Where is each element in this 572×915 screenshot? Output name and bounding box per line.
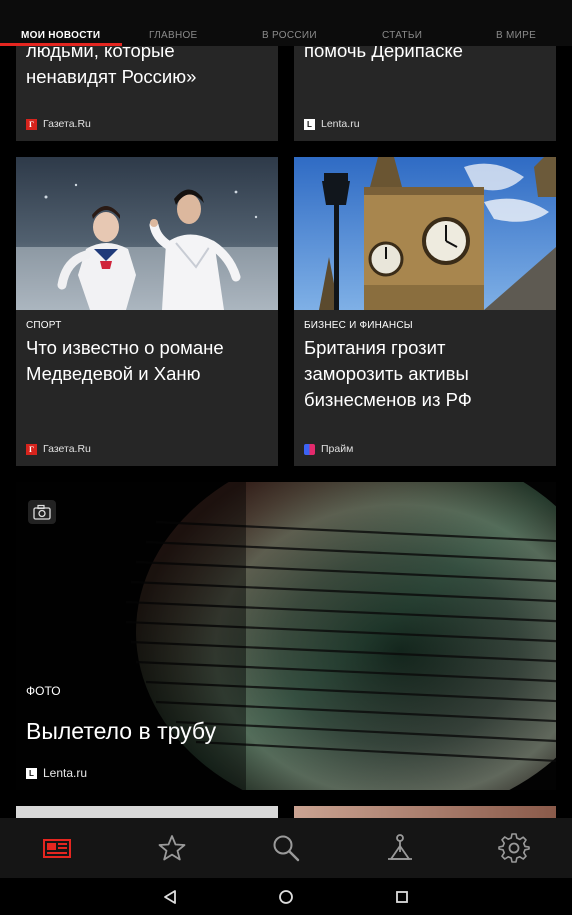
gazeta-logo-icon: Г xyxy=(26,118,37,130)
news-card-sport[interactable]: СПОРТ Что известно о романе Медведевой и… xyxy=(16,157,278,466)
figure-skaters-photo xyxy=(16,157,278,310)
system-nav-bar xyxy=(0,878,572,915)
card-title: Вылетело в трубу xyxy=(26,718,217,744)
recents-icon[interactable] xyxy=(393,888,411,906)
tab-my-news[interactable]: МОИ НОВОСТИ xyxy=(21,30,100,41)
card-category: ФОТО xyxy=(26,684,61,698)
tab-world[interactable]: В МИРЕ xyxy=(496,30,536,41)
card-category: БИЗНЕС И ФИНАНСЫ xyxy=(304,320,413,331)
prime-logo-icon xyxy=(304,443,315,455)
home-icon[interactable] xyxy=(277,888,295,906)
star-icon[interactable] xyxy=(156,832,188,864)
tab-articles[interactable]: СТАТЬИ xyxy=(382,30,422,41)
news-card-peek-right[interactable] xyxy=(294,806,556,818)
card-source: Г Газета.Ru xyxy=(26,443,91,455)
bottom-nav-bar xyxy=(0,818,572,878)
card-source: Г Газета.Ru xyxy=(26,118,91,130)
news-card-business[interactable]: БИЗНЕС И ФИНАНСЫ Британия грозит замороз… xyxy=(294,157,556,466)
news-feed-icon[interactable] xyxy=(41,832,73,864)
card-category: СПОРТ xyxy=(26,320,62,331)
card-source: L Lenta.ru xyxy=(26,766,87,780)
explore-icon[interactable] xyxy=(384,832,416,864)
lenta-logo-icon: L xyxy=(304,118,315,130)
active-tab-indicator xyxy=(0,43,122,46)
news-card-peek-left[interactable] xyxy=(16,806,278,818)
card-source: L Lenta.ru xyxy=(304,118,360,130)
top-tab-bar: МОИ НОВОСТИ ГЛАВНОЕ В РОССИИ СТАТЬИ В МИ… xyxy=(0,0,572,46)
news-card-photo[interactable]: ФОТО Вылетело в трубу L Lenta.ru xyxy=(16,482,556,790)
lenta-logo-icon: L xyxy=(26,767,37,779)
card-source: Прайм xyxy=(304,443,353,455)
search-icon[interactable] xyxy=(270,832,302,864)
tab-main[interactable]: ГЛАВНОЕ xyxy=(149,30,198,41)
gazeta-logo-icon: Г xyxy=(26,443,37,455)
tab-russia[interactable]: В РОССИИ xyxy=(262,30,317,41)
card-title: Британия грозит заморозить активы бизнес… xyxy=(304,337,472,410)
camera-icon xyxy=(28,500,56,524)
big-ben-photo xyxy=(294,157,556,310)
back-icon[interactable] xyxy=(161,888,179,906)
gear-icon[interactable] xyxy=(498,832,530,864)
card-title: Что известно о романе Медведевой и Ханю xyxy=(26,337,224,384)
